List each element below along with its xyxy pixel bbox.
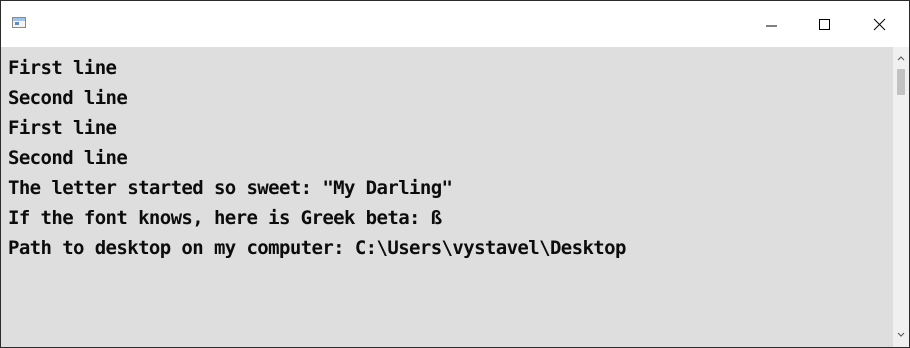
app-icon-titlebar bbox=[13, 18, 25, 21]
app-icon-content bbox=[15, 22, 19, 25]
console-lines: First line Second line First line Second… bbox=[8, 53, 626, 263]
minimize-button[interactable] bbox=[748, 1, 794, 47]
console-output-area[interactable]: First line Second line First line Second… bbox=[1, 47, 893, 347]
scroll-down-arrow-icon bbox=[897, 332, 905, 337]
console-line: Second line bbox=[8, 147, 128, 169]
scroll-up-button[interactable] bbox=[893, 51, 909, 67]
minimize-icon bbox=[766, 25, 777, 27]
console-window: First line Second line First line Second… bbox=[0, 0, 910, 348]
console-line: The letter started so sweet: "My Darling… bbox=[8, 177, 453, 199]
console-line: First line bbox=[8, 117, 117, 139]
scroll-up-arrow-icon bbox=[897, 56, 905, 61]
scroll-down-button[interactable] bbox=[893, 327, 909, 343]
close-button[interactable] bbox=[856, 1, 902, 47]
console-line: Path to desktop on my computer: C:\Users… bbox=[8, 237, 626, 259]
console-line: First line bbox=[8, 57, 117, 79]
console-line: Second line bbox=[8, 87, 128, 109]
close-icon bbox=[873, 18, 886, 31]
console-app-icon[interactable] bbox=[12, 17, 26, 28]
scroll-thumb[interactable] bbox=[897, 69, 905, 95]
console-line: If the font knows, here is Greek beta: ß bbox=[8, 207, 442, 229]
maximize-icon bbox=[819, 19, 830, 30]
vertical-scrollbar[interactable] bbox=[893, 47, 909, 347]
maximize-button[interactable] bbox=[801, 1, 847, 47]
title-bar[interactable] bbox=[1, 1, 909, 47]
